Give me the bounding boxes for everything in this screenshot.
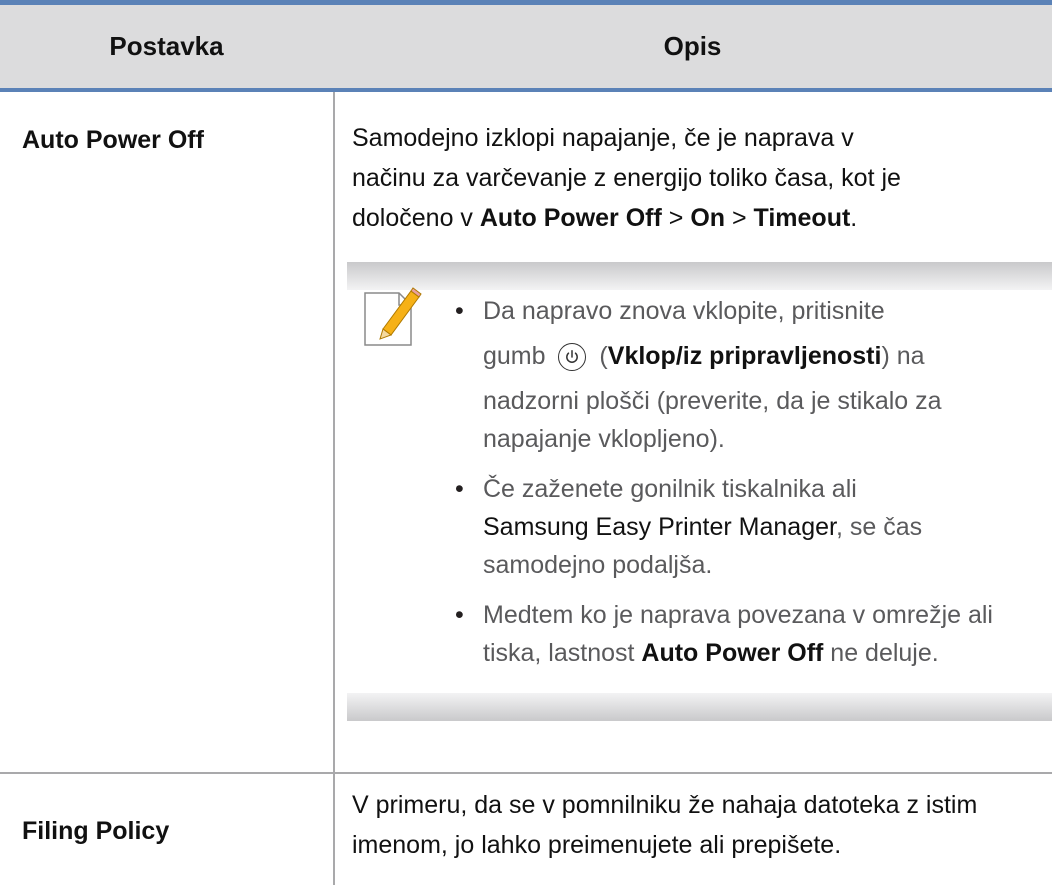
desc-line: Samodejno izklopi napajanje, če je napra… <box>352 124 854 152</box>
power-icon <box>558 343 587 372</box>
column-divider <box>333 92 335 885</box>
setting-auto-power-off: Auto Power Off <box>22 126 204 154</box>
desc-text: . <box>850 204 858 232</box>
path-separator: > <box>661 204 691 232</box>
note-bottom-band <box>347 693 1052 721</box>
button-name: Vklop/iz pripravljenosti <box>607 342 882 370</box>
note-item: • Če zaženete gonilnik tiskalnika ali Sam… <box>455 475 923 579</box>
description-filing-policy: V primeru, da se v pomnilniku že nahaja … <box>352 791 978 859</box>
note-text: Če zaženete gonilnik tiskalnika ali <box>483 475 857 503</box>
description-auto-power-off: Samodejno izklopi napajanje, če je napra… <box>352 118 1032 238</box>
note-top-band <box>347 262 1052 290</box>
table-header-row: Postavka Opis <box>0 5 1052 88</box>
desc-line: določeno v Auto Power Off > On > Timeout… <box>352 198 1032 238</box>
row-divider <box>0 772 1052 774</box>
header-setting: Postavka <box>109 31 224 61</box>
note-text: ( <box>592 342 608 370</box>
note-item: • Medtem ko je naprava povezana v omrežj… <box>455 601 993 667</box>
note-text: nadzorni plošči (preverite, da je stikal… <box>483 387 942 453</box>
note-pencil-icon <box>364 287 422 346</box>
note-text: Da napravo znova vklopite, pritisnite <box>483 297 885 325</box>
desc-text: določeno v <box>352 204 480 232</box>
menu-path-on: On <box>690 204 726 232</box>
menu-path-auto-power-off: Auto Power Off <box>479 204 662 232</box>
header-description: Opis <box>663 31 722 61</box>
menu-path-timeout: Timeout <box>753 204 851 232</box>
note-text: ) na <box>881 342 925 370</box>
software-name: Samsung Easy Printer Manager <box>483 513 836 541</box>
desc-line: načinu za varčevanje z energijo toliko č… <box>352 164 901 192</box>
note-list: • Da napravo znova vklopite, pritisnite … <box>455 292 1043 680</box>
setting-reference: Auto Power Off <box>641 639 824 667</box>
note-text: gumb <box>483 342 553 370</box>
note-item: • Da napravo znova vklopite, pritisnite … <box>455 292 1043 458</box>
header-bottom-border <box>0 88 1052 92</box>
note-text: ne deluje. <box>823 639 939 667</box>
path-separator: > <box>725 204 754 232</box>
setting-filing-policy: Filing Policy <box>22 817 170 845</box>
